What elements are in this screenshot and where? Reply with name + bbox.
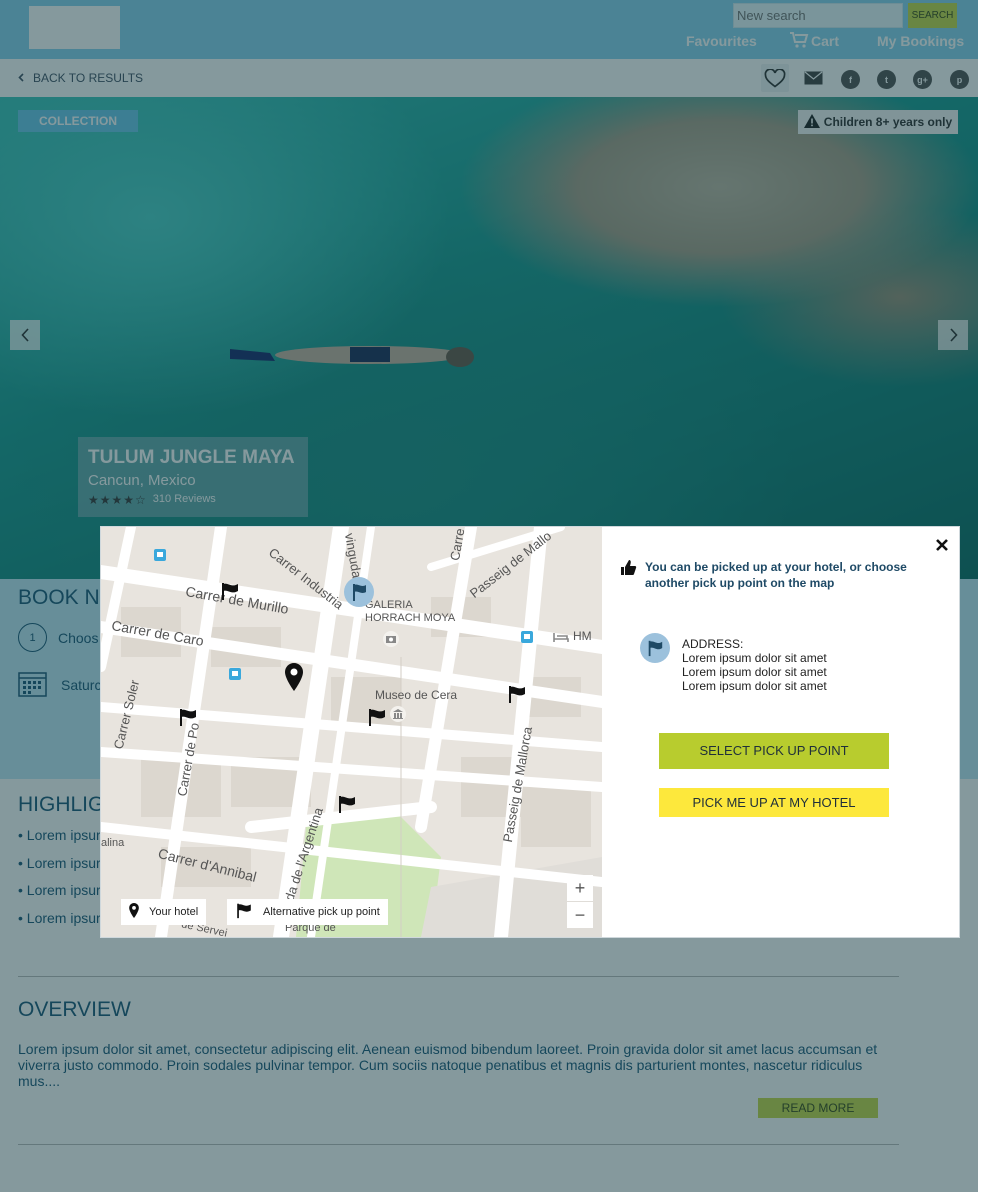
legend-label: Alternative pick up point: [263, 906, 380, 918]
favourite-heart-icon[interactable]: [761, 64, 789, 92]
pinterest-icon[interactable]: p: [950, 70, 969, 89]
pickup-flag-icon[interactable]: [178, 707, 198, 732]
legend-your-hotel: Your hotel: [121, 899, 207, 925]
overview-title: OVERVIEW: [18, 998, 131, 1021]
swimmer-image: [230, 346, 474, 367]
hotel-poi-icon: [553, 630, 569, 648]
selected-pickup-flag-icon[interactable]: [344, 577, 374, 612]
legend-alternative-point: Alternative pick up point: [227, 899, 388, 925]
highlights-title: HIGHLIG: [18, 793, 105, 816]
read-more-button[interactable]: READ MORE: [758, 1098, 878, 1118]
booking-title: BOOK N: [18, 586, 100, 609]
star-rating: ★★★★☆: [88, 493, 147, 507]
overview-text: Lorem ipsum dolor sit amet, consectetur …: [18, 1041, 878, 1089]
children-age-badge: Children 8+ years only: [798, 110, 958, 134]
reviews-link[interactable]: 310 Reviews: [153, 493, 216, 507]
hero-caption: TULUM JUNGLE MAYA Cancun, Mexico ★★★★☆ 3…: [78, 437, 308, 517]
step-label: Choos: [58, 630, 99, 646]
mail-icon[interactable]: [804, 71, 823, 90]
address-line: Lorem ipsum dolor sit amet: [682, 651, 827, 665]
section-divider: [18, 976, 899, 977]
highlight-item: • Lorem ipsur: [18, 855, 101, 871]
highlight-item: • Lorem ipsur: [18, 882, 101, 898]
address-label: ADDRESS:: [682, 637, 744, 651]
calendar-icon[interactable]: [18, 670, 47, 702]
pickup-info-text: You can be picked up at your hotel, or c…: [645, 560, 907, 590]
museum-icon: [390, 706, 406, 727]
map-poi-label: Museo de Cera: [375, 688, 458, 702]
pickup-modal: Carrer Industria Carrer de Murillo Carre…: [100, 526, 960, 938]
legend-label: Your hotel: [149, 906, 199, 918]
selected-date[interactable]: Saturc: [61, 677, 101, 693]
address-block: ADDRESS: Lorem ipsum dolor sit amet Lore…: [682, 637, 827, 693]
search-input[interactable]: [733, 3, 903, 28]
pickup-flag-icon[interactable]: [220, 581, 240, 606]
back-to-results-link[interactable]: BACK TO RESULTS: [18, 71, 143, 85]
bus-stop-icon: [229, 667, 241, 685]
site-logo[interactable]: [29, 6, 120, 49]
top-header: SEARCH Favourites Cart My Bookings: [0, 0, 978, 59]
bus-stop-icon: [154, 548, 166, 566]
close-icon[interactable]: [934, 537, 950, 553]
select-pickup-point-button[interactable]: SELECT PICK UP POINT: [659, 733, 889, 769]
collection-badge: COLLECTION: [18, 110, 138, 132]
cart-icon[interactable]: [789, 31, 809, 54]
back-label: BACK TO RESULTS: [33, 71, 144, 85]
chevron-left-icon: [18, 71, 24, 85]
cart-link[interactable]: Cart: [811, 33, 839, 49]
highlight-item: • Lorem ipsur: [18, 910, 101, 926]
flag-icon: [235, 902, 253, 922]
map-poi-label: HORRACH MOYA: [365, 612, 456, 624]
twitter-icon[interactable]: t: [877, 70, 896, 89]
camera-icon: [383, 631, 399, 652]
rating-row: ★★★★☆ 310 Reviews: [88, 493, 298, 507]
google-plus-icon[interactable]: g+: [913, 70, 932, 89]
favourites-link[interactable]: Favourites: [686, 33, 757, 49]
step-number: 1: [18, 623, 47, 652]
pickup-flag-icon[interactable]: [507, 684, 527, 709]
warning-icon: [803, 113, 820, 131]
thumbs-up-icon: [620, 559, 637, 591]
next-image-button[interactable]: [938, 320, 968, 350]
section-divider: [18, 1144, 899, 1145]
pickup-address: ADDRESS: Lorem ipsum dolor sit amet Lore…: [640, 633, 827, 693]
pickup-info-panel: You can be picked up at your hotel, or c…: [602, 527, 959, 937]
pickup-map[interactable]: Carrer Industria Carrer de Murillo Carre…: [101, 527, 602, 937]
address-line: Lorem ipsum dolor sit amet: [682, 665, 827, 679]
pickup-flag-icon[interactable]: [367, 707, 387, 732]
tour-location: Cancun, Mexico: [88, 472, 196, 489]
address-line: Lorem ipsum dolor sit amet: [682, 679, 827, 693]
zoom-out-button[interactable]: −: [567, 902, 593, 928]
previous-image-button[interactable]: [10, 320, 40, 350]
my-bookings-link[interactable]: My Bookings: [877, 33, 964, 49]
sub-toolbar: BACK TO RESULTS: [0, 59, 978, 97]
tour-title: TULUM JUNGLE MAYA: [88, 447, 295, 468]
pickup-info: You can be picked up at your hotel, or c…: [620, 559, 940, 591]
facebook-icon[interactable]: f: [841, 70, 860, 89]
map-street-label: alina: [101, 837, 125, 849]
pickup-at-hotel-button[interactable]: PICK ME UP AT MY HOTEL: [659, 788, 889, 817]
flag-icon: [640, 633, 670, 663]
pickup-flag-icon[interactable]: [337, 794, 357, 819]
search-button[interactable]: SEARCH: [908, 3, 957, 28]
zoom-in-button[interactable]: +: [567, 875, 593, 901]
hotel-location-pin-icon[interactable]: [285, 663, 303, 696]
children-badge-label: Children 8+ years only: [823, 115, 953, 129]
map-poi-label: HM: [573, 629, 592, 643]
hero-gallery: COLLECTION Children 8+ years only TULUM …: [0, 97, 978, 579]
location-pin-icon: [129, 903, 139, 921]
bus-stop-icon: [521, 630, 533, 648]
highlight-item: • Lorem ipsur: [18, 827, 101, 843]
